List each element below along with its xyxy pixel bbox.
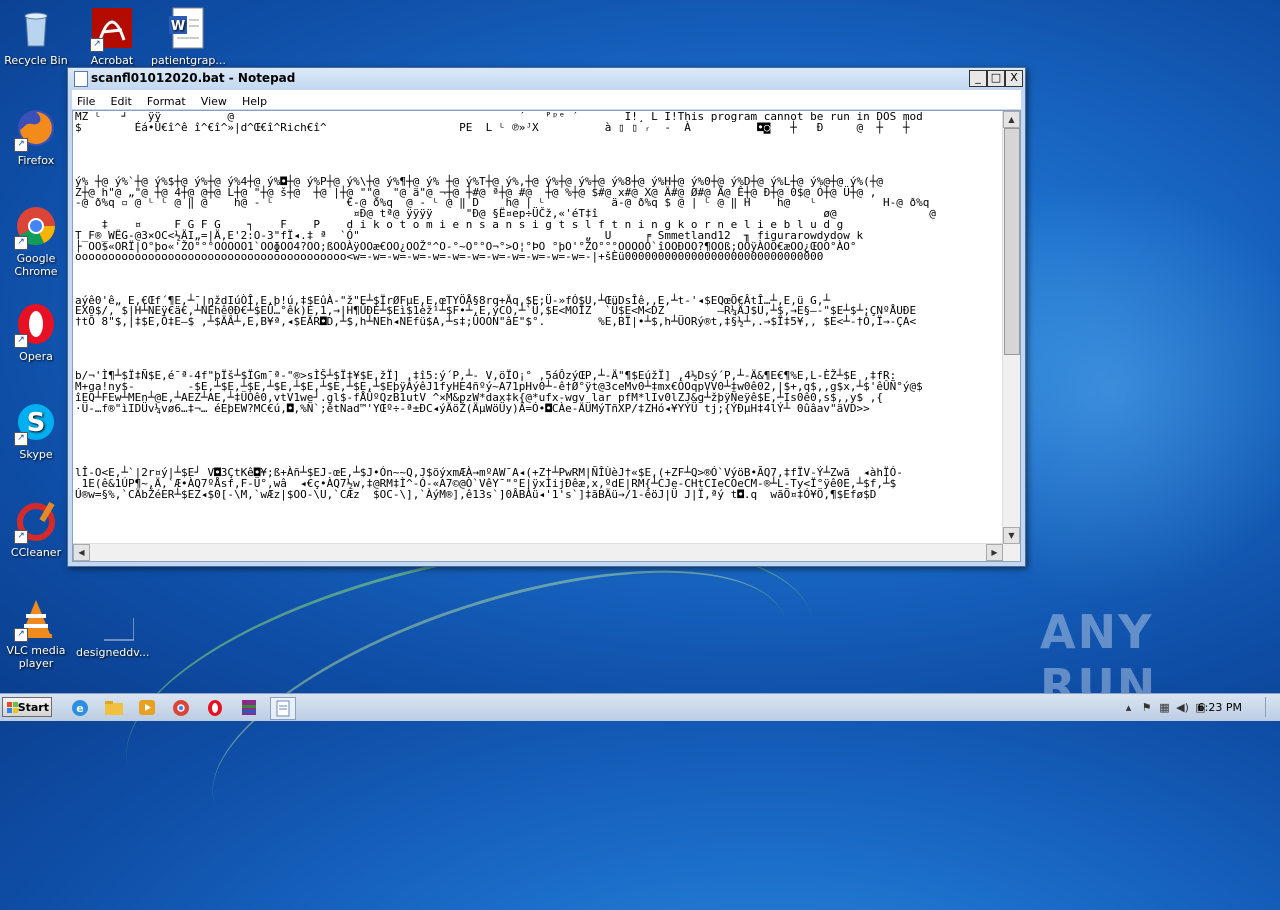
text-line [75, 263, 1002, 274]
text-editor[interactable]: MZ ᴸ ┘ ÿÿ @ ´ ᴾᵖᵉ ´ Í!¸ L Í!This program… [72, 110, 1021, 562]
menu-bar: File Edit Format View Help [72, 90, 1021, 109]
window-title: scanfl01012020.bat - Notepad [91, 71, 296, 85]
vertical-scrollbar[interactable]: ▲ ▼ [1002, 111, 1020, 544]
scroll-up-icon[interactable]: ▲ [1003, 111, 1020, 128]
desktop-icon-chrome[interactable]: ↗ Google Chrome [0, 204, 72, 278]
notepad-taskbar-icon[interactable] [270, 697, 296, 720]
desktop-icon-recycle-bin[interactable]: Recycle Bin [0, 6, 72, 67]
start-button[interactable]: Start [2, 697, 52, 717]
recycle-bin-icon [14, 6, 58, 50]
chrome-icon: ↗ [14, 204, 58, 250]
taskbar: Start e ▴ ⚑ ▦ ◀) ▣ 6:23 PM [0, 693, 1280, 721]
desktop-icon-acrobat[interactable]: ↗ Acrobat [76, 6, 148, 67]
vertical-scroll-thumb[interactable] [1004, 128, 1020, 355]
desktop-icon-vlc[interactable]: ↗ VLC media player [0, 596, 72, 670]
text-line [75, 414, 1002, 425]
text-line [75, 144, 1002, 155]
notepad-window[interactable]: scanfl01012020.bat - Notepad _ □ X File … [67, 67, 1026, 567]
system-tray: ▴ ⚑ ▦ ◀) ▣ 6:23 PM [1120, 694, 1280, 721]
action-center-flag-icon[interactable]: ⚑ [1140, 701, 1153, 714]
shortcut-arrow-icon: ↗ [14, 236, 28, 250]
windows-flag-icon [7, 702, 18, 713]
scroll-left-icon[interactable]: ◀ [73, 544, 90, 561]
text-line [75, 155, 1002, 166]
desktop-icon-patientgrap[interactable]: W patientgrap... [151, 6, 226, 67]
text-line [75, 425, 1002, 436]
shortcut-arrow-icon: ↗ [14, 530, 28, 544]
opera-icon: ↗ [14, 302, 58, 348]
minimize-button[interactable]: _ [969, 70, 987, 87]
desktop-icon-designeddv[interactable]: designeddv... [76, 618, 150, 659]
text-line: ·Ü-…f®"ìIDÜv¼vø6…‡¬… éEþEW?MC€ú‚◘‚%Ñ`;êt… [75, 401, 870, 415]
text-line [75, 328, 1002, 339]
skype-icon: S ↗ [14, 400, 58, 446]
text-line: oooooooooooooooooooooooooooooooooooooooo… [75, 250, 824, 264]
desktop-icon-label: Skype [19, 448, 53, 461]
firefox-icon: ↗ [14, 106, 58, 152]
shortcut-arrow-icon: ↗ [14, 334, 28, 348]
shortcut-arrow-icon: ↗ [14, 138, 28, 152]
menu-edit[interactable]: Edit [106, 93, 137, 110]
menu-format[interactable]: Format [142, 93, 191, 110]
show-desktop-button[interactable] [1265, 697, 1278, 717]
desktop-icon-label: Google Chrome [14, 252, 58, 278]
text-line: Ú®w=§%‚`CÄbŽéER┴$EZ◂$0[-\M‚`wÆz|$OO-\U‚`… [75, 487, 877, 501]
desktop-icon-opera[interactable]: ↗ Opera [0, 302, 72, 363]
close-button[interactable]: X [1005, 70, 1023, 87]
chrome-taskbar-icon[interactable] [169, 697, 193, 718]
internet-explorer-icon[interactable]: e [68, 697, 92, 718]
text-content: MZ ᴸ ┘ ÿÿ @ ´ ᴾᵖᵉ ´ Í!¸ L Í!This program… [75, 112, 1002, 543]
notepad-icon [74, 71, 88, 87]
opera-taskbar-icon[interactable] [203, 697, 227, 718]
svg-text:e: e [76, 702, 83, 715]
scroll-corner [1003, 544, 1020, 561]
text-line [75, 274, 1002, 285]
show-hidden-icons-icon[interactable]: ▴ [1122, 701, 1135, 714]
desktop-icon-label: Recycle Bin [4, 54, 68, 67]
desktop-icon-label: CCleaner [10, 546, 62, 559]
clock[interactable]: 6:23 PM [1198, 701, 1242, 714]
desktop-icon-ccleaner[interactable]: ↗ CCleaner [0, 498, 72, 559]
acrobat-icon: ↗ [90, 6, 134, 52]
start-label: Start [17, 701, 49, 714]
maximize-button[interactable]: □ [987, 70, 1005, 87]
shortcut-arrow-icon: ↗ [90, 38, 104, 52]
text-line [75, 447, 1002, 458]
svg-text:W: W [171, 19, 185, 34]
network-icon[interactable]: ▦ [1158, 701, 1171, 714]
blank-file-icon [90, 618, 135, 642]
word-document-icon: W [165, 6, 209, 50]
menu-help[interactable]: Help [237, 93, 272, 110]
media-player-icon[interactable] [135, 697, 159, 718]
ccleaner-icon: ↗ [14, 498, 58, 544]
desktop-icon-label: patientgrap... [151, 54, 226, 67]
desktop-icon-label: Opera [19, 350, 53, 363]
menu-view[interactable]: View [196, 93, 232, 110]
title-bar[interactable]: scanfl01012020.bat - Notepad _ □ X [68, 68, 1025, 89]
shortcut-arrow-icon: ↗ [14, 628, 28, 642]
vlc-icon: ↗ [14, 596, 58, 642]
desktop-icon-label: VLC media player [6, 644, 66, 670]
windows-explorer-icon[interactable] [102, 697, 126, 718]
desktop-icon-skype[interactable]: S ↗ Skype [0, 400, 72, 461]
text-line [75, 134, 1002, 145]
desktop-icon-firefox[interactable]: ↗ Firefox [0, 106, 72, 167]
scroll-right-icon[interactable]: ▶ [986, 544, 1003, 561]
text-line [75, 339, 1002, 350]
desktop-icon-label: Firefox [17, 154, 55, 167]
horizontal-scrollbar[interactable]: ◀ ▶ [73, 543, 1003, 561]
svg-text:S: S [27, 408, 46, 438]
text-line [75, 350, 1002, 361]
desktop-icon-label: Acrobat [90, 54, 134, 67]
volume-icon[interactable]: ◀) [1176, 701, 1189, 714]
scroll-down-icon[interactable]: ▼ [1003, 527, 1020, 544]
winrar-icon[interactable] [237, 697, 261, 718]
text-line: $ Éá•Û€î^ê î^€î^»|d^Œ€î^Rich€î^ PE L ᴸ ℗… [75, 120, 910, 134]
text-line: †tÕ 8"$‚|‡$E‚Ó‡E–$ ‚┴$ÄÂ┴‚E‚B¥ª‚◂$EÄR◘D‚… [75, 315, 917, 329]
text-line [75, 436, 1002, 447]
shortcut-arrow-icon: ↗ [14, 432, 28, 446]
menu-file[interactable]: File [72, 93, 100, 110]
desktop-icon-label: designeddv... [76, 646, 150, 659]
